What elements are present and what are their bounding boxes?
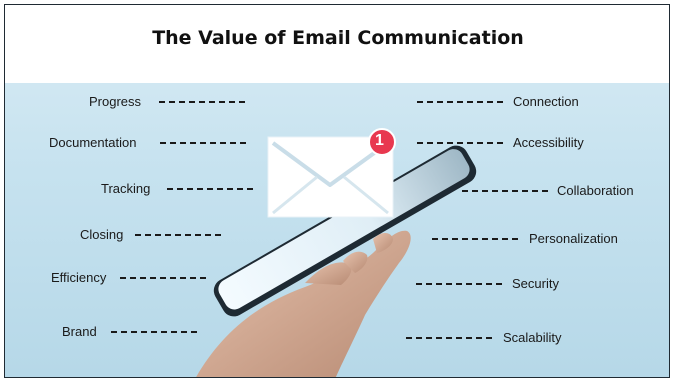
- left-item-progress: Progress: [89, 94, 142, 109]
- connector-line: [167, 188, 253, 190]
- connector-line: [111, 331, 197, 333]
- right-item-personalization: Personalization: [529, 231, 618, 246]
- connector-line: [417, 142, 503, 144]
- left-item-brand: Brand: [62, 324, 97, 339]
- left-item-efficiency: Efficiency: [51, 270, 107, 285]
- connector-line: [406, 337, 492, 339]
- right-item-connection: Connection: [513, 94, 579, 109]
- left-item-tracking: Tracking: [101, 181, 151, 196]
- left-item-closing: Closing: [80, 227, 124, 242]
- right-item-accessibility: Accessibility: [513, 135, 584, 150]
- right-item-scalability: Scalability: [503, 330, 562, 345]
- connector-line: [432, 238, 518, 240]
- notification-count: 1: [375, 132, 384, 149]
- connector-line: [159, 101, 245, 103]
- connector-line: [120, 277, 206, 279]
- right-item-collaboration: Collaboration: [557, 183, 634, 198]
- connector-line: [417, 101, 503, 103]
- connector-line: [160, 142, 246, 144]
- right-item-security: Security: [512, 276, 559, 291]
- slide: 1 The Value of Email Communication Progr…: [4, 4, 670, 378]
- left-item-documentation: Documentation: [49, 135, 137, 150]
- page-title: The Value of Email Communication: [152, 27, 524, 49]
- connector-line: [462, 190, 548, 192]
- connector-line: [135, 234, 221, 236]
- connector-line: [416, 283, 502, 285]
